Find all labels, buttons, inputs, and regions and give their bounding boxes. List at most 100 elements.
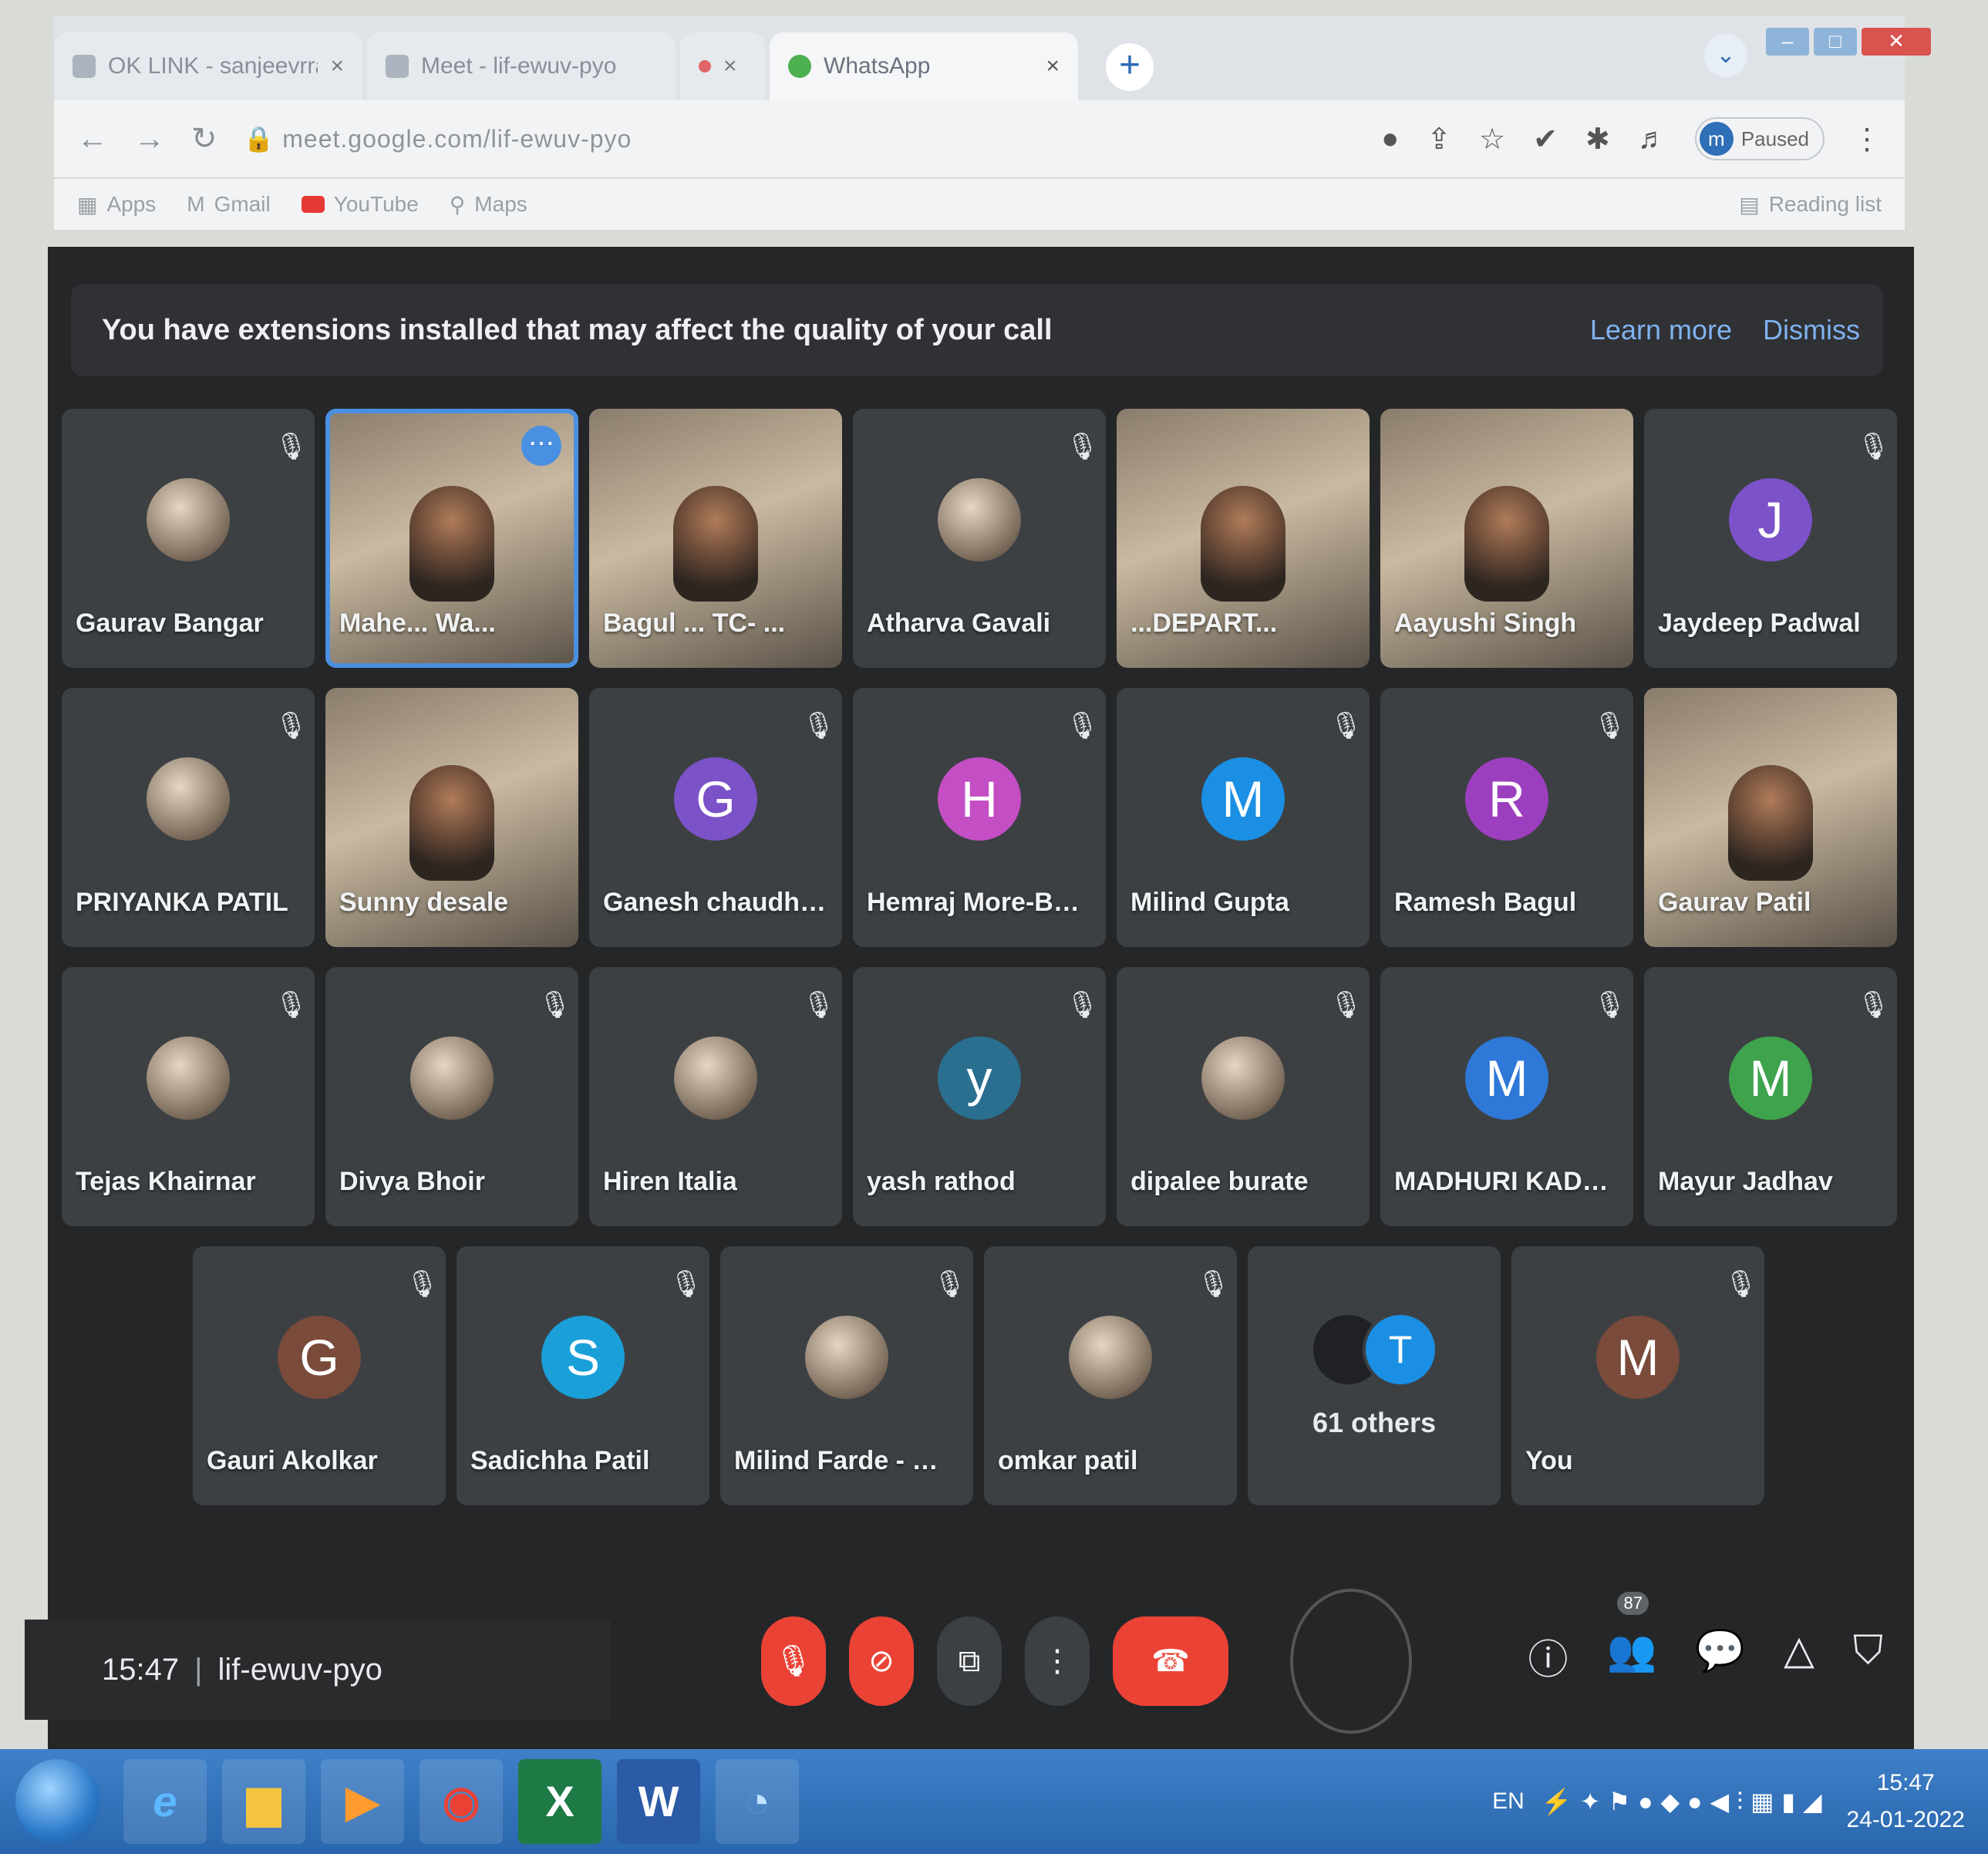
close-icon[interactable]: × [723,53,737,79]
participant-tile[interactable]: M 🎙 Milind Gupta [1117,688,1370,947]
reload-icon[interactable]: ↻ [191,121,217,157]
people-button[interactable]: 87 👥 [1606,1592,1656,1685]
present-button[interactable]: ⧉ [937,1616,1002,1706]
participant-tile[interactable]: 🎙 Atharva Gavali [853,409,1106,668]
internet-explorer-icon[interactable]: e [123,1759,207,1844]
app-icon[interactable]: ◔ [716,1759,799,1844]
start-button[interactable] [15,1759,100,1844]
participant-tile[interactable]: Gaurav Patil [1644,688,1897,947]
participant-tile[interactable]: y 🎙 yash rathod [853,967,1106,1226]
file-explorer-icon[interactable]: ▆ [222,1759,305,1844]
activities-icon[interactable]: △ [1784,1627,1814,1685]
more-options-icon[interactable]: ⋯ [521,426,561,466]
participant-tile[interactable]: J 🎙 Jaydeep Padwal [1644,409,1897,668]
reading-list-button[interactable]: ▤ Reading list [1739,192,1882,217]
participant-tile[interactable]: M 🎙 MADHURI KADAM_BE... [1380,967,1633,1226]
muted-mic-icon: 🎙 [669,1269,703,1299]
participant-tile[interactable]: 🎙 PRIYANKA PATIL [62,688,315,947]
new-tab-button[interactable]: + [1106,43,1154,91]
participant-tile[interactable]: T 61 others [1248,1246,1501,1505]
participant-row: 🎙 PRIYANKA PATIL Sunny desale G 🎙 Ganesh chau… [62,688,1912,947]
participant-tile[interactable]: 🎙 Tejas Khairnar [62,967,315,1226]
close-window-button[interactable]: ✕ [1862,28,1931,56]
chat-icon[interactable]: 💬 [1695,1627,1745,1685]
star-icon[interactable]: ☆ [1479,122,1505,157]
camera-off-button[interactable]: ⊘ [849,1616,914,1706]
reading-list-icon: ▤ [1739,192,1760,217]
participant-tile[interactable]: ...DEPART... [1117,409,1370,668]
mic-off-button[interactable]: 🎙 [761,1616,826,1706]
participant-tile[interactable]: M 🎙 Mayur Jadhav [1644,967,1897,1226]
avatar [1069,1316,1152,1400]
close-icon[interactable]: × [330,53,344,79]
side-controls: ⓘ 87 👥 💬 △ ⛉ [1528,1592,1883,1685]
menu-kebab-icon[interactable]: ⋮ [1852,122,1882,157]
word-icon[interactable]: W [617,1759,700,1844]
tab-recording[interactable]: × [680,32,765,100]
tab-meet[interactable]: Meet - lif-ewuv-pyo [367,32,676,100]
avatar: M [1596,1316,1680,1400]
participant-name: Mayur Jadhav [1658,1167,1833,1196]
chrome-icon[interactable]: ◉ [420,1759,503,1844]
participant-tile[interactable]: Sunny desale [325,688,578,947]
forward-icon[interactable]: → [134,122,165,157]
back-icon[interactable]: ← [77,122,108,157]
puzzle-extension-icon[interactable]: ✱ [1585,122,1610,157]
participant-tile[interactable]: 🎙 Divya Bhoir [325,967,578,1226]
profile-button[interactable]: m Paused [1694,117,1825,160]
tab-gmail[interactable]: OK LINK - sanjeevrram2020@gm × [54,32,362,100]
excel-icon[interactable]: X [518,1759,601,1844]
tab-whatsapp[interactable]: WhatsApp × [770,32,1078,100]
participant-tile[interactable]: 🎙 Milind Farde - Mecha... [720,1246,973,1505]
bookmark-gmail[interactable]: M Gmail [187,192,270,217]
participant-tile[interactable]: Bagul ... TC- ... [589,409,842,668]
minimize-button[interactable]: – [1766,28,1809,56]
address-bar[interactable]: 🔒 meet.google.com/lif-ewuv-pyo [244,124,1356,153]
close-icon[interactable]: × [1046,53,1060,79]
participant-tile[interactable]: S 🎙 Sadichha Patil [457,1246,709,1505]
dismiss-button[interactable]: Dismiss [1763,314,1860,346]
participant-tile[interactable]: M 🎙 You [1511,1246,1764,1505]
browser-toolbar: ← → ↻ 🔒 meet.google.com/lif-ewuv-pyo ● ⇪… [54,100,1905,177]
participant-tile[interactable]: G 🎙 Ganesh chaudhary [589,688,842,947]
leave-call-button[interactable]: ☎ [1113,1616,1228,1706]
tab-search-icon[interactable]: ⌄ [1704,34,1747,77]
participant-tile[interactable]: 🎙 Hiren Italia [589,967,842,1226]
avatar: T [1363,1312,1438,1388]
meet-icon [386,55,409,78]
participant-tile[interactable]: 🎙 dipalee burate [1117,967,1370,1226]
camera-icon[interactable]: ● [1381,123,1399,156]
participant-name: Ganesh chaudhary [603,888,828,917]
avatar [805,1316,888,1400]
bookmark-apps[interactable]: ▦ Apps [77,192,156,217]
participant-tile[interactable]: ⋯ Mahe... Wa... [325,409,578,668]
meeting-details-icon[interactable]: ⓘ [1528,1627,1568,1685]
clock[interactable]: 15:47 24-01-2022 [1847,1765,1965,1839]
participant-tile[interactable]: 🎙 omkar patil [984,1246,1237,1505]
participant-tile[interactable]: Aayushi Singh [1380,409,1633,668]
language-indicator[interactable]: EN [1492,1788,1525,1815]
muted-mic-icon: 🎙 [1329,990,1363,1020]
bookmark-youtube[interactable]: YouTube [301,192,419,217]
media-icon[interactable]: ♬ [1638,123,1667,156]
video-feed [1728,764,1813,881]
learn-more-link[interactable]: Learn more [1590,314,1732,346]
participant-tile[interactable]: H 🎙 Hemraj More-BE-EXT... [853,688,1106,947]
participant-name: Hiren Italia [603,1167,737,1196]
share-icon[interactable]: ⇪ [1427,122,1451,157]
participant-tile[interactable]: G 🎙 Gauri Akolkar [193,1246,446,1505]
participant-tile[interactable]: R 🎙 Ramesh Bagul [1380,688,1633,947]
check-extension-icon[interactable]: ✔ [1533,122,1558,157]
host-controls-icon[interactable]: ⛉ [1853,1627,1883,1685]
more-options-button[interactable]: ⋮ [1025,1616,1090,1706]
bookmark-maps[interactable]: ⚲ Maps [450,192,527,217]
avatar [674,1037,757,1121]
media-player-icon[interactable]: ▶ [321,1759,404,1844]
meeting-code[interactable]: lif-ewuv-pyo [218,1653,382,1687]
participant-tile[interactable]: 🎙 Gaurav Bangar [62,409,315,668]
hang-up-icon: ☎ [1151,1644,1190,1678]
maximize-button[interactable]: □ [1814,28,1857,56]
profile-status: Paused [1740,126,1809,150]
tray-icons[interactable]: ⚡✦⚑●◆●◀⫶▦▮◢ [1542,1787,1830,1817]
others-avatar-stack: T [1310,1312,1438,1388]
